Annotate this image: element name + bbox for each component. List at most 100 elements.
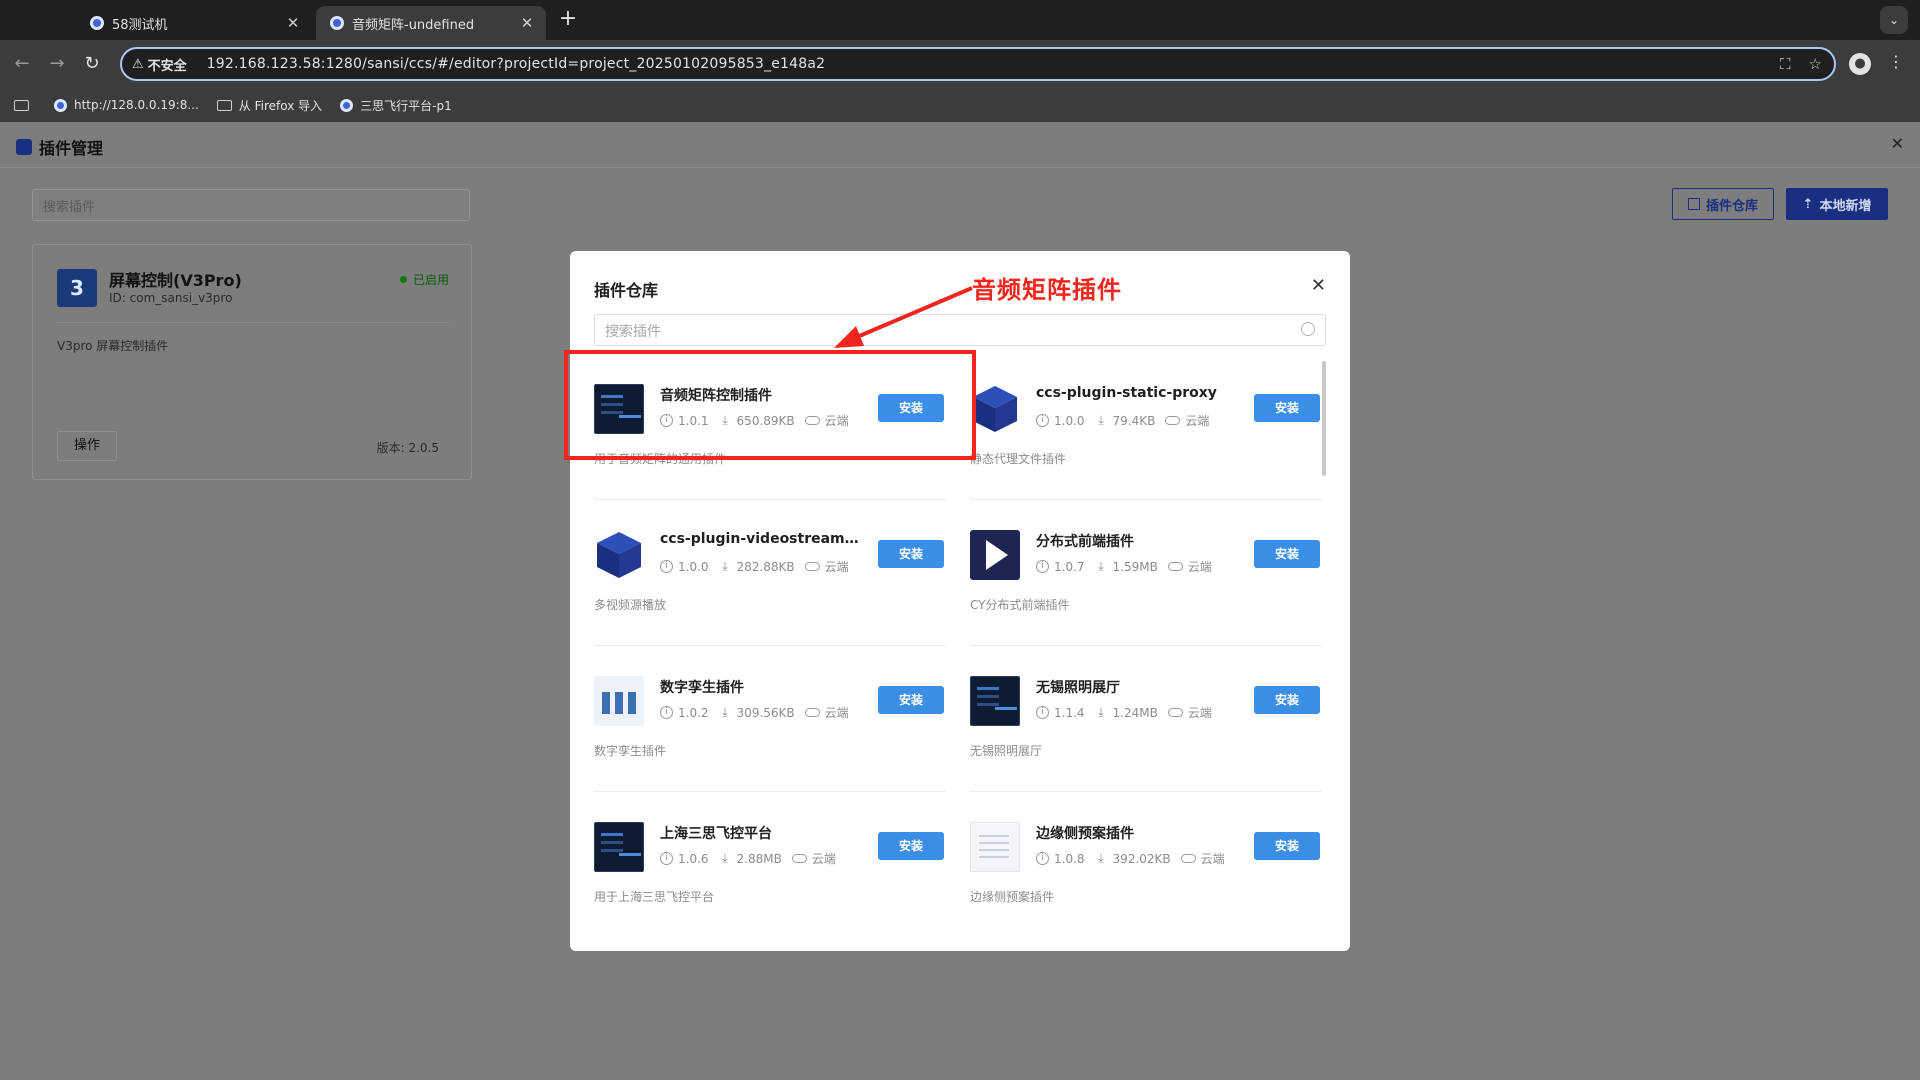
close-icon[interactable]: ✕ <box>1311 275 1326 296</box>
install-button[interactable]: 安装 <box>1254 832 1320 860</box>
back-arrow-icon[interactable]: ← <box>10 52 34 76</box>
divider <box>57 322 449 323</box>
security-label[interactable]: 不安全 <box>148 55 187 74</box>
bookmark-item[interactable]: 从 Firefox 导入 <box>216 97 323 114</box>
scrollbar[interactable] <box>1322 361 1326 476</box>
search-placeholder: 搜索插件 <box>605 324 661 340</box>
plugin-name: 上海三思飞控平台 <box>660 826 772 842</box>
plugin-source: 云端 <box>1187 560 1212 574</box>
grid-icon <box>1687 198 1700 210</box>
reload-icon[interactable]: ↻ <box>80 52 104 76</box>
bookmark-item[interactable]: http://128.0.0.19:8... <box>54 98 199 112</box>
plugin-item: 边缘侧预案插件 i 1.0.8 ⤓ 392.02KB 云端 边缘侧预案插件 安装 <box>970 792 1322 938</box>
folder-icon <box>14 99 29 111</box>
tab-search-button[interactable]: ⌄ <box>1880 6 1908 34</box>
annotation-highlight-box <box>564 350 976 460</box>
translate-icon[interactable]: ⛶ <box>1780 55 1791 73</box>
download-icon: ⤓ <box>1098 851 1104 865</box>
globe-icon <box>330 16 344 30</box>
plugin-description: 边缘侧预案插件 <box>970 890 1055 904</box>
plugin-size: 2.88MB <box>736 851 782 866</box>
plugin-version: 版本: 2.0.5 <box>376 441 439 455</box>
plugin-source: 云端 <box>1185 414 1210 428</box>
plugin-version: 1.1.4 <box>1054 705 1085 720</box>
profile-icon[interactable]: ● <box>1849 53 1871 75</box>
operate-button[interactable]: 操作 <box>57 431 117 461</box>
download-icon: ⤓ <box>1098 413 1104 427</box>
browser-toolbar: ← → ↻ ⚠ 不安全 192.168.123.58:1280/sansi/cc… <box>0 40 1920 88</box>
plugin-item: 无锡照明展厅 i 1.1.4 ⤓ 1.24MB 云端 无锡照明展厅 安装 <box>970 646 1322 792</box>
upload-icon: ⇡ <box>1802 196 1814 212</box>
plugin-item: ccs-plugin-static-proxy i 1.0.0 ⤓ 79.4KB 云端 静态… <box>970 354 1322 500</box>
status-text: 已启用 <box>412 273 449 287</box>
plugin-icon <box>594 822 644 872</box>
star-icon[interactable]: ☆ <box>1809 55 1822 73</box>
close-tab-icon[interactable]: ✕ <box>518 14 536 32</box>
local-add-button[interactable]: ⇡ 本地新增 <box>1786 188 1888 220</box>
plugin-version: 1.0.0 <box>1054 413 1085 428</box>
new-tab-button[interactable]: + <box>556 8 580 32</box>
browser-tab-1[interactable]: 58测试机 ✕ <box>76 6 312 40</box>
download-icon: ⤓ <box>722 851 728 865</box>
plugin-description: 多视频源播放 <box>594 598 667 612</box>
plugin-description: CY分布式前端插件 <box>970 598 1070 612</box>
install-button[interactable]: 安装 <box>878 832 944 860</box>
plugin-version: 1.0.8 <box>1054 851 1085 866</box>
close-icon[interactable]: ✕ <box>1891 134 1904 153</box>
forward-arrow-icon[interactable]: → <box>45 52 69 76</box>
plugin-name: 分布式前端插件 <box>1036 534 1134 550</box>
cloud-icon <box>1167 562 1183 571</box>
address-bar[interactable]: ⚠ 不安全 192.168.123.58:1280/sansi/ccs/#/ed… <box>120 47 1836 81</box>
plugin-size: 309.56KB <box>736 705 795 720</box>
install-button[interactable]: 安装 <box>1254 686 1320 714</box>
plugin-name: ccs-plugin-static-proxy <box>1036 385 1217 401</box>
page-header: 插件管理 ✕ <box>0 122 1920 168</box>
plugin-repo-button[interactable]: 插件仓库 <box>1672 188 1774 220</box>
plugin-search-input[interactable]: 搜索插件 <box>32 189 470 221</box>
plugin-description: V3pro 屏幕控制插件 <box>57 339 169 353</box>
plugin-icon <box>970 384 1020 434</box>
info-icon: i <box>1036 852 1049 865</box>
plugin-icon <box>970 822 1020 872</box>
modal-title: 插件仓库 <box>594 281 659 300</box>
more-menu-icon[interactable]: ⋮ <box>1888 52 1904 71</box>
plugin-meta: i 1.1.4 ⤓ 1.24MB 云端 <box>1036 704 1222 721</box>
plugin-meta: i 1.0.6 ⤓ 2.88MB 云端 <box>660 850 846 867</box>
cloud-icon <box>804 708 820 717</box>
plugin-source: 云端 <box>824 560 849 574</box>
plugin-icon <box>594 676 644 726</box>
puzzle-icon <box>16 139 32 155</box>
bookmark-label: 三思飞行平台-p1 <box>360 98 452 113</box>
plugin-source: 云端 <box>1200 852 1225 866</box>
install-button[interactable]: 安装 <box>878 540 944 568</box>
cloud-icon <box>1165 416 1181 425</box>
local-add-label: 本地新增 <box>1819 198 1872 214</box>
cloud-icon <box>1180 854 1196 863</box>
plugin-name: 屏幕控制(V3Pro) <box>109 271 242 290</box>
bookmark-label: 从 Firefox 导入 <box>238 98 323 113</box>
page-title-text: 插件管理 <box>39 139 104 158</box>
status-dot-icon <box>399 276 407 283</box>
folder-icon <box>216 99 232 111</box>
bookmarks-folder[interactable] <box>14 99 36 111</box>
close-tab-icon[interactable]: ✕ <box>284 14 302 32</box>
info-icon: i <box>1036 560 1049 573</box>
download-icon: ⤓ <box>722 705 728 719</box>
plugin-meta: i 1.0.8 ⤓ 392.02KB 云端 <box>1036 850 1235 867</box>
globe-icon <box>54 98 67 112</box>
plugin-description: 静态代理文件插件 <box>970 452 1067 466</box>
bookmark-item[interactable]: 三思飞行平台-p1 <box>340 97 452 114</box>
search-icon[interactable] <box>1301 322 1315 336</box>
plugin-item: 上海三思飞控平台 i 1.0.6 ⤓ 2.88MB 云端 用于上海三思飞控平台 安装 <box>594 792 946 938</box>
url-text[interactable]: 192.168.123.58:1280/sansi/ccs/#/editor?p… <box>207 56 826 72</box>
browser-tab-2[interactable]: 音频矩阵-undefined ✕ <box>316 6 546 40</box>
plugin-description: 用于上海三思飞控平台 <box>594 890 715 904</box>
globe-icon <box>90 16 104 30</box>
info-icon: i <box>660 560 673 573</box>
install-button[interactable]: 安装 <box>878 686 944 714</box>
plugin-source: 云端 <box>1187 706 1212 720</box>
cloud-icon <box>1167 708 1183 717</box>
install-button[interactable]: 安装 <box>1254 394 1320 422</box>
plugin-size: 1.59MB <box>1112 559 1158 574</box>
install-button[interactable]: 安装 <box>1254 540 1320 568</box>
